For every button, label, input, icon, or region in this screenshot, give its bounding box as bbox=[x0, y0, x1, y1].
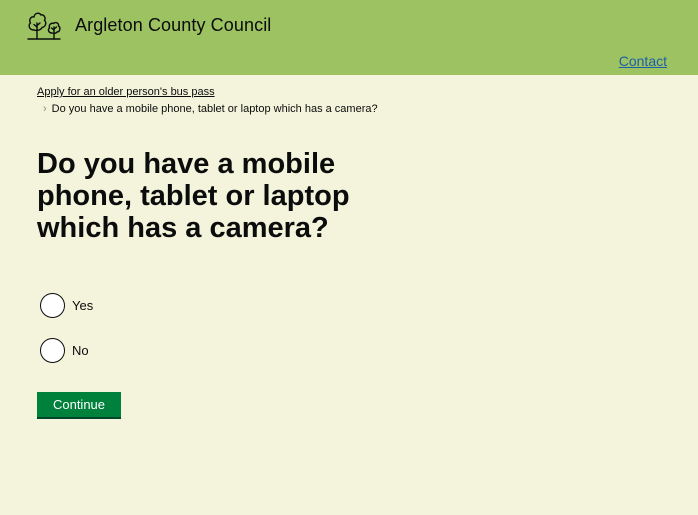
radio-group: Yes No bbox=[40, 292, 93, 382]
council-name: Argleton County Council bbox=[75, 14, 272, 35]
radio-option-yes[interactable]: Yes bbox=[40, 292, 93, 319]
radio-button-yes[interactable] bbox=[40, 293, 65, 318]
radio-label-yes[interactable]: Yes bbox=[72, 298, 93, 313]
page-title: Do you have a mobile phone, tablet or la… bbox=[37, 148, 350, 244]
contact-link[interactable]: Contact bbox=[619, 53, 667, 69]
radio-label-no[interactable]: No bbox=[72, 343, 89, 358]
radio-option-no[interactable]: No bbox=[40, 337, 93, 364]
breadcrumb-current: › Do you have a mobile phone, tablet or … bbox=[37, 101, 378, 118]
breadcrumb: Apply for an older person's bus pass › D… bbox=[37, 84, 378, 118]
breadcrumb-current-label: Do you have a mobile phone, tablet or la… bbox=[51, 103, 378, 115]
continue-button[interactable]: Continue bbox=[37, 392, 121, 419]
site-header: Argleton County Council Contact bbox=[0, 0, 698, 75]
radio-button-no[interactable] bbox=[40, 338, 65, 363]
chevron-right-icon: › bbox=[43, 103, 47, 115]
council-logo[interactable]: Argleton County Council bbox=[26, 10, 271, 40]
trees-icon bbox=[26, 10, 62, 40]
breadcrumb-parent-link[interactable]: Apply for an older person's bus pass bbox=[37, 84, 378, 101]
